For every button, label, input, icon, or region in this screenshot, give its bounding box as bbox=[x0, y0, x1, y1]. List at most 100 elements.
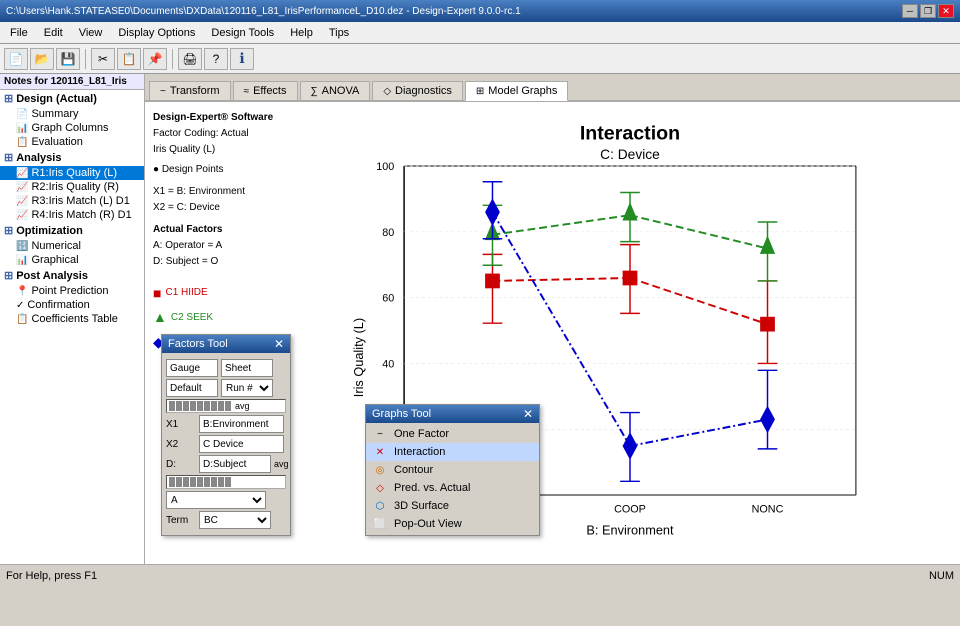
transform-icon: ~ bbox=[160, 86, 166, 97]
graphs-tool-header: Graphs Tool ✕ bbox=[366, 405, 539, 423]
graphs-tool-close[interactable]: ✕ bbox=[523, 407, 533, 421]
numerical-icon: 🔢 bbox=[16, 241, 28, 252]
tree-summary[interactable]: 📄 Summary bbox=[0, 107, 144, 121]
factors-tool-close[interactable]: ✕ bbox=[274, 337, 284, 351]
interaction-icon: ✕ bbox=[372, 445, 388, 459]
restore-button[interactable]: ❐ bbox=[920, 4, 936, 18]
tree-confirmation[interactable]: ✓ Confirmation bbox=[0, 298, 144, 312]
tree-coefficients[interactable]: 📋 Coefficients Table bbox=[0, 312, 144, 326]
status-right: NUM bbox=[929, 570, 954, 582]
default-input[interactable] bbox=[166, 379, 218, 397]
factor-row-x1: X1 bbox=[166, 415, 286, 433]
avg-label-1: avg bbox=[235, 401, 250, 411]
svg-text:60: 60 bbox=[382, 293, 394, 305]
copy-button[interactable]: 📋 bbox=[117, 48, 141, 70]
legend-c2: ▲ C2 SEEK bbox=[153, 306, 292, 328]
tree-point-prediction[interactable]: 📍 Point Prediction bbox=[0, 284, 144, 298]
diagnostics-icon: ◇ bbox=[383, 86, 391, 97]
contour-icon: ◎ bbox=[372, 463, 388, 477]
sheet-input[interactable] bbox=[221, 359, 273, 377]
minimize-button[interactable]: ─ bbox=[902, 4, 918, 18]
actual-factors-label: Actual Factors bbox=[153, 222, 292, 238]
info-panel: Design-Expert® Software Factor Coding: A… bbox=[145, 102, 300, 363]
point-prediction-icon: 📍 bbox=[16, 286, 28, 297]
tree-design-section[interactable]: ⊞ Design (Actual) bbox=[0, 90, 144, 107]
x2-label: X2 = C: Device bbox=[153, 200, 292, 216]
factor-row-gauge bbox=[166, 359, 286, 377]
menu-view[interactable]: View bbox=[73, 25, 109, 41]
graphical-icon: 📊 bbox=[16, 255, 28, 266]
paste-button[interactable]: 📌 bbox=[143, 48, 167, 70]
tab-model-graphs[interactable]: ⊞ Model Graphs bbox=[465, 81, 568, 101]
gauge-input[interactable] bbox=[166, 359, 218, 377]
tab-diagnostics[interactable]: ◇ Diagnostics bbox=[372, 81, 463, 100]
close-button[interactable]: ✕ bbox=[938, 4, 954, 18]
r4-icon: 📈 bbox=[16, 210, 28, 221]
info-button[interactable]: ℹ bbox=[230, 48, 254, 70]
notes-header: Notes for 120116_L81_Iris bbox=[0, 74, 144, 90]
graphs-pred-vs-actual[interactable]: ◇ Pred. vs. Actual bbox=[366, 479, 539, 497]
d-factor-input[interactable] bbox=[199, 455, 271, 473]
open-button[interactable]: 📂 bbox=[30, 48, 54, 70]
tab-strip: ~ Transform ≈ Effects ∑ ANOVA ◇ Diagnost… bbox=[145, 74, 960, 102]
cut-button[interactable]: ✂ bbox=[91, 48, 115, 70]
menu-display-options[interactable]: Display Options bbox=[112, 25, 201, 41]
slider-row-2[interactable] bbox=[166, 475, 286, 489]
tree-r3[interactable]: 📈 R3:Iris Match (L) D1 bbox=[0, 194, 144, 208]
graphs-3d-surface[interactable]: ⬡ 3D Surface bbox=[366, 497, 539, 515]
factor-row-term: Term BC bbox=[166, 511, 286, 529]
print-button[interactable]: 🖨 bbox=[178, 48, 202, 70]
tab-effects[interactable]: ≈ Effects bbox=[233, 81, 298, 100]
svg-text:Interaction: Interaction bbox=[580, 123, 680, 145]
pred-actual-icon: ◇ bbox=[372, 481, 388, 495]
run-select[interactable]: Run # bbox=[221, 379, 273, 397]
tab-transform[interactable]: ~ Transform bbox=[149, 81, 231, 100]
x2-factor-input[interactable] bbox=[199, 435, 284, 453]
graphs-contour[interactable]: ◎ Contour bbox=[366, 461, 539, 479]
model-graphs-icon: ⊞ bbox=[476, 86, 484, 97]
graphs-one-factor[interactable]: ~ One Factor bbox=[366, 425, 539, 443]
menu-help[interactable]: Help bbox=[284, 25, 319, 41]
graphs-interaction[interactable]: ✕ Interaction bbox=[366, 443, 539, 461]
tree-graphical[interactable]: 📊 Graphical bbox=[0, 253, 144, 267]
factors-tool-title: Factors Tool bbox=[168, 338, 228, 350]
menu-design-tools[interactable]: Design Tools bbox=[205, 25, 280, 41]
one-factor-icon: ~ bbox=[372, 427, 388, 441]
toolbar-sep-1 bbox=[85, 49, 86, 69]
r2-icon: 📈 bbox=[16, 182, 28, 193]
legend-c1: ■ C1 HIIDE bbox=[153, 282, 292, 304]
term-select[interactable]: BC bbox=[199, 511, 271, 529]
anova-icon: ∑ bbox=[311, 86, 318, 97]
tree-evaluation[interactable]: 📋 Evaluation bbox=[0, 135, 144, 149]
a-select[interactable]: A bbox=[166, 491, 266, 509]
response-label: Iris Quality (L) bbox=[153, 142, 292, 158]
menu-edit[interactable]: Edit bbox=[38, 25, 69, 41]
window-title: C:\Users\Hank.STATEASE0\Documents\DXData… bbox=[6, 6, 521, 17]
factors-tool-panel: Factors Tool ✕ Run # bbox=[161, 334, 291, 536]
tree-numerical[interactable]: 🔢 Numerical bbox=[0, 239, 144, 253]
tree-optimization-section[interactable]: ⊞ Optimization bbox=[0, 222, 144, 239]
tree-graph-columns[interactable]: 📊 Graph Columns bbox=[0, 121, 144, 135]
graphs-pop-out[interactable]: ⬜ Pop-Out View bbox=[366, 515, 539, 533]
graphs-tool-title: Graphs Tool bbox=[372, 408, 431, 420]
menu-tips[interactable]: Tips bbox=[323, 25, 355, 41]
x1-factor-input[interactable] bbox=[199, 415, 284, 433]
menu-file[interactable]: File bbox=[4, 25, 34, 41]
factor-row-x2: X2 bbox=[166, 435, 286, 453]
pop-out-icon: ⬜ bbox=[372, 517, 388, 531]
graph-columns-icon: 📊 bbox=[16, 123, 28, 134]
graphs-tool-panel: Graphs Tool ✕ ~ One Factor ✕ Interaction… bbox=[365, 404, 540, 536]
tree-r2[interactable]: 📈 R2:Iris Quality (R) bbox=[0, 180, 144, 194]
tree-r1[interactable]: 📈 R1:Iris Quality (L) bbox=[0, 166, 144, 180]
new-button[interactable]: 📄 bbox=[4, 48, 28, 70]
factors-tool-header: Factors Tool ✕ bbox=[162, 335, 290, 353]
factor-row-d: D: avg bbox=[166, 455, 286, 473]
save-button[interactable]: 💾 bbox=[56, 48, 80, 70]
tree-r4[interactable]: 📈 R4:Iris Match (R) D1 bbox=[0, 208, 144, 222]
slider-row-1[interactable]: avg bbox=[166, 399, 286, 413]
tree-post-analysis-section[interactable]: ⊞ Post Analysis bbox=[0, 267, 144, 284]
tree-analysis-section[interactable]: ⊞ Analysis bbox=[0, 149, 144, 166]
status-left: For Help, press F1 bbox=[6, 570, 97, 582]
help-button[interactable]: ? bbox=[204, 48, 228, 70]
tab-anova[interactable]: ∑ ANOVA bbox=[300, 81, 371, 100]
